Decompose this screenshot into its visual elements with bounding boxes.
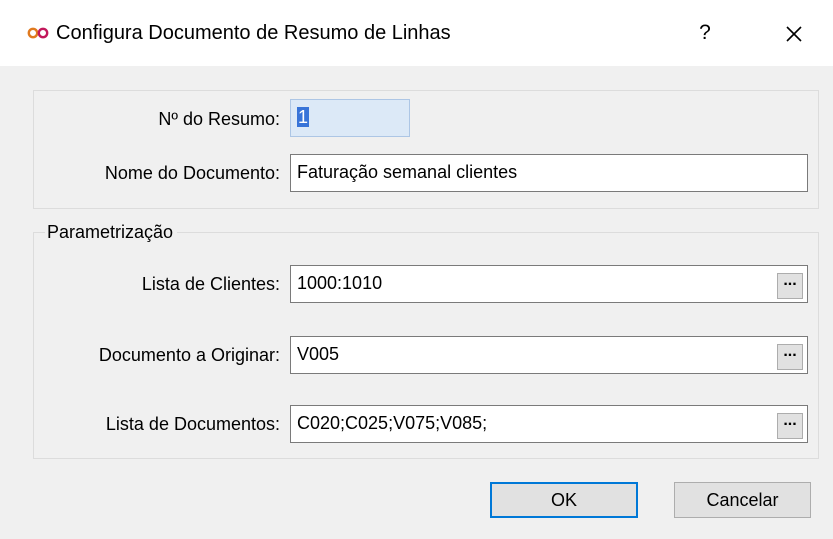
origin-document-browse-button[interactable]: ... bbox=[777, 344, 803, 370]
resumo-number-label: Nº do Resumo: bbox=[158, 109, 280, 129]
infinity-logo-icon bbox=[27, 27, 49, 39]
origin-document-value: V005 bbox=[297, 344, 340, 364]
help-button[interactable]: ? bbox=[690, 18, 720, 48]
parametrizacao-legend: Parametrização bbox=[45, 221, 178, 243]
document-list-browse-button[interactable]: ... bbox=[777, 413, 803, 439]
dialog-client-area: Nº do Resumo: 1 Nome do Documento: Fatur… bbox=[0, 66, 833, 539]
document-list-input[interactable]: C020;C025;V075;V085; bbox=[290, 405, 808, 443]
window-title: Configura Documento de Resumo de Linhas bbox=[56, 22, 451, 44]
title-bar: Configura Documento de Resumo de Linhas … bbox=[0, 0, 833, 66]
client-list-input[interactable]: 1000:1010 bbox=[290, 265, 808, 303]
resumo-number-value: 1 bbox=[297, 107, 310, 127]
document-name-input[interactable]: Faturação semanal clientes bbox=[290, 154, 808, 192]
origin-document-input[interactable]: V005 bbox=[290, 336, 808, 374]
document-list-value: C020;C025;V075;V085; bbox=[297, 413, 488, 433]
origin-document-label: Documento a Originar: bbox=[98, 345, 280, 365]
client-list-browse-button[interactable]: ... bbox=[777, 273, 803, 299]
client-list-label: Lista de Clientes: bbox=[141, 274, 280, 294]
client-list-value: 1000:1010 bbox=[297, 273, 383, 293]
document-name-label: Nome do Documento: bbox=[104, 163, 280, 183]
close-icon bbox=[786, 26, 802, 42]
close-button[interactable] bbox=[779, 19, 809, 49]
ok-button[interactable]: OK bbox=[490, 482, 638, 518]
resumo-number-input[interactable]: 1 bbox=[290, 99, 410, 137]
document-list-label: Lista de Documentos: bbox=[105, 414, 280, 434]
cancel-button[interactable]: Cancelar bbox=[674, 482, 811, 518]
